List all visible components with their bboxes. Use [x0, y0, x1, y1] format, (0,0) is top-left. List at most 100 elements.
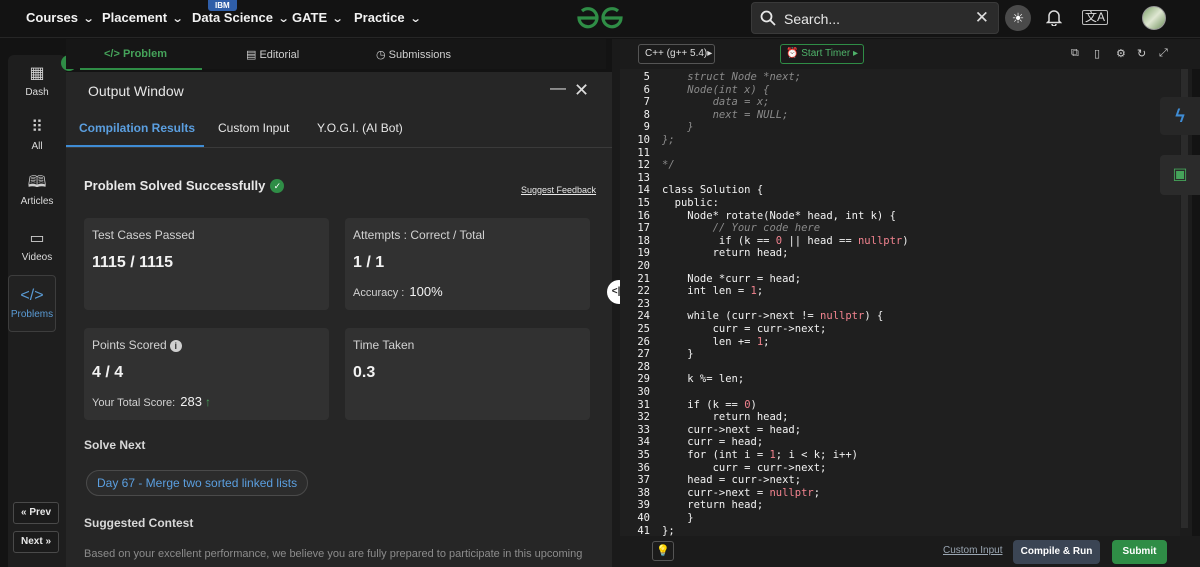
code-line[interactable]: 39 return head; [620, 499, 1180, 512]
bell-icon [1045, 10, 1063, 27]
code-line[interactable]: 40 } [620, 512, 1180, 525]
code-line[interactable]: 14 class Solution { [620, 184, 1180, 197]
tab-custom-input[interactable]: Custom Input [218, 121, 289, 135]
code-line[interactable]: 24 while (curr->next != nullptr) { [620, 310, 1180, 323]
code-line[interactable]: 12 */ [620, 159, 1180, 172]
code-line[interactable]: 18 if (k == 0 || head == nullptr) [620, 235, 1180, 248]
fullscreen-icon[interactable]: ⤢ [1159, 47, 1168, 60]
code-line[interactable]: 22 int len = 1; [620, 285, 1180, 298]
reset-icon[interactable]: ↻ [1137, 47, 1146, 60]
code-line[interactable]: 9 } [620, 121, 1180, 134]
code-line[interactable]: 7 data = x; [620, 96, 1180, 109]
sidebar-item-label: Problems [10, 309, 54, 320]
suggested-contest-heading: Suggested Contest [84, 516, 194, 530]
code-line[interactable]: 5 struct Node *next; [620, 71, 1180, 84]
nav-placement-label: Placement [102, 10, 168, 25]
file-icon[interactable]: ▯ [1094, 47, 1100, 60]
language-select[interactable]: C++ (g++ 5.4)▸ [638, 44, 715, 64]
code-editor[interactable]: 5 struct Node *next; 6 Node(int x) {7 dat… [620, 69, 1180, 536]
translate-icon[interactable]: 文A [1082, 10, 1109, 25]
code-line[interactable]: 21 Node *curr = head; [620, 273, 1180, 286]
tab-editorial[interactable]: ▤ Editorial [246, 48, 299, 61]
code-line[interactable]: 35 for (int i = 1; i < k; i++) [620, 449, 1180, 462]
search-input[interactable]: Search... ✕ [751, 2, 999, 34]
close-icon[interactable]: ✕ [975, 8, 989, 28]
sidebar-item-videos[interactable]: ▭ Videos [8, 230, 66, 263]
code-line[interactable]: 6 Node(int x) { [620, 84, 1180, 97]
test-cases-label: Test Cases Passed [92, 228, 195, 242]
notification-button[interactable] [1045, 8, 1063, 31]
line-number: 26 [637, 335, 650, 348]
minimize-icon[interactable]: — [550, 80, 566, 98]
next-problem-link[interactable]: Day 67 - Merge two sorted linked lists [86, 470, 309, 496]
code-line[interactable]: 19 return head; [620, 247, 1180, 260]
nav-gate[interactable]: GATE ⌄ [292, 10, 344, 25]
code-line[interactable]: 30 [620, 386, 1180, 399]
hint-bulb-icon[interactable]: 💡 [652, 541, 674, 561]
suggest-feedback-link[interactable]: Suggest Feedback [521, 185, 596, 195]
custom-input-link[interactable]: Custom Input [943, 545, 1002, 556]
line-number: 19 [637, 247, 650, 260]
tab-problem[interactable]: </> Problem [104, 48, 167, 60]
code-line[interactable]: 15 public: [620, 197, 1180, 210]
line-number: 37 [637, 474, 650, 487]
time-card: Time Taken 0.3 [345, 328, 590, 420]
nav-placement[interactable]: Placement ⌄ [102, 10, 184, 25]
code-line[interactable]: 26 len += 1; [620, 336, 1180, 349]
sidebar-item-articles[interactable]: 🕮 Articles [8, 174, 66, 207]
code-line[interactable]: 16 Node* rotate(Node* head, int k) { [620, 210, 1180, 223]
ai-assistant-button[interactable]: ϟ [1160, 97, 1200, 135]
gfg-logo[interactable] [574, 5, 626, 36]
start-timer-button[interactable]: ⏰ Start Timer ▸ [780, 44, 864, 64]
code-line[interactable]: 25 curr = curr->next; [620, 323, 1180, 336]
tab-submissions[interactable]: ◷ Submissions [376, 48, 451, 61]
nav-data-science[interactable]: Data Science ⌄ [192, 10, 290, 25]
code-line[interactable]: 38 curr->next = nullptr; [620, 487, 1180, 500]
avatar[interactable] [1142, 6, 1166, 30]
line-number: 9 [643, 121, 650, 134]
code-line[interactable]: 32 return head; [620, 411, 1180, 424]
code-line[interactable]: 27 } [620, 348, 1180, 361]
code-line[interactable]: 34 curr = head; [620, 436, 1180, 449]
code-line[interactable]: 36 curr = curr->next; [620, 462, 1180, 475]
code-line[interactable]: 10}; [620, 134, 1180, 147]
nav-practice-label: Practice [354, 10, 405, 25]
line-number: 27 [637, 348, 650, 361]
code-line[interactable]: 13 [620, 172, 1180, 185]
next-button[interactable]: Next » [13, 531, 59, 553]
nav-courses[interactable]: Courses ⌄ [26, 10, 95, 25]
code-line[interactable]: 29 k %= len; [620, 373, 1180, 386]
code-line[interactable]: 23 [620, 298, 1180, 311]
prev-button[interactable]: « Prev [13, 502, 59, 524]
tab-compilation-results[interactable]: Compilation Results [79, 121, 195, 135]
code-line[interactable]: 17 // Your code here [620, 222, 1180, 235]
code-line[interactable]: 11 [620, 147, 1180, 160]
tab-yogi-ai-bot[interactable]: Y.O.G.I. (AI Bot) [317, 121, 403, 135]
copy-icon[interactable]: ⧉ [1071, 47, 1079, 60]
code-text: curr->next = head; [662, 423, 802, 436]
submit-button[interactable]: Submit [1112, 540, 1167, 564]
points-value: 4 / 4 [92, 364, 124, 381]
code-line[interactable]: 31 if (k == 0) [620, 399, 1180, 412]
sidebar-item-problems[interactable]: </> Problems [8, 275, 56, 332]
sidebar-item-dash[interactable]: ▦ Dash [8, 65, 66, 98]
close-icon[interactable]: ✕ [574, 80, 589, 101]
code-line[interactable]: 28 [620, 361, 1180, 374]
nav-practice[interactable]: Practice ⌄ [354, 10, 421, 25]
sidebar-item-all[interactable]: ⠿ All [8, 119, 66, 152]
code-text: curr->next = nullptr; [662, 486, 821, 499]
editor-scrollbar-thumb[interactable] [1181, 69, 1188, 528]
code-text: } [662, 121, 694, 134]
line-number: 39 [637, 499, 650, 512]
code-line[interactable]: 37 head = curr->next; [620, 474, 1180, 487]
code-line[interactable]: 41}; [620, 525, 1180, 536]
chevron-down-icon: ⌄ [82, 13, 95, 25]
code-line[interactable]: 33 curr->next = head; [620, 424, 1180, 437]
compile-run-button[interactable]: Compile & Run [1013, 540, 1100, 564]
theme-toggle-button[interactable]: ☀ [1005, 5, 1031, 31]
info-icon[interactable]: i [169, 340, 182, 352]
settings-icon[interactable]: ⚙ [1116, 47, 1126, 60]
chat-button[interactable]: ▣ [1160, 155, 1200, 195]
code-line[interactable]: 8 next = NULL; [620, 109, 1180, 122]
code-line[interactable]: 20 [620, 260, 1180, 273]
